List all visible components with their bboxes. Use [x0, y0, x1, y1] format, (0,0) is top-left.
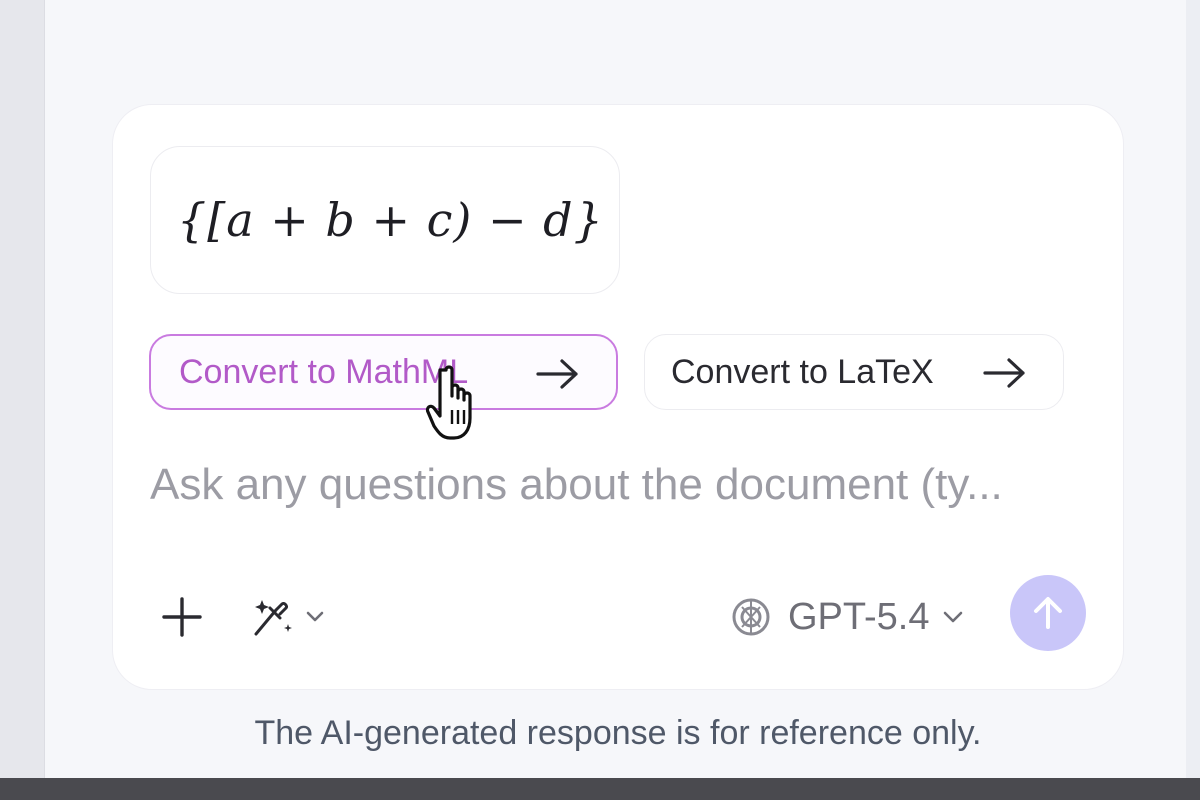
- right-scroll-edge: [1186, 0, 1200, 778]
- convert-to-mathml-label: Convert to MathML: [179, 352, 469, 391]
- plus-icon: [162, 597, 202, 637]
- arrow-right-icon: [983, 358, 1025, 388]
- left-panel-edge: [0, 0, 45, 778]
- question-input[interactable]: [150, 450, 1080, 520]
- convert-to-latex-button[interactable]: Convert to LaTeX: [644, 334, 1064, 410]
- convert-to-mathml-button[interactable]: Convert to MathML: [149, 334, 618, 410]
- formula-text: {[a + b + c) − d}: [177, 193, 604, 247]
- formula-attachment: {[a + b + c) − d}: [150, 146, 620, 294]
- convert-to-latex-label: Convert to LaTeX: [671, 352, 934, 391]
- add-attachment-button[interactable]: [155, 590, 209, 644]
- taskbar-edge: [0, 778, 1200, 800]
- model-label: GPT-5.4: [788, 595, 930, 638]
- openai-icon: [732, 598, 770, 636]
- send-button[interactable]: [1010, 575, 1086, 651]
- arrow-up-icon: [1034, 597, 1062, 629]
- ai-disclaimer: The AI-generated response is for referen…: [254, 714, 982, 752]
- arrow-right-icon: [536, 359, 578, 389]
- chevron-down-icon: [943, 611, 962, 623]
- model-selector[interactable]: GPT-5.4: [728, 590, 964, 644]
- magic-tools-button[interactable]: [248, 590, 338, 644]
- magic-wand-icon: [254, 600, 324, 636]
